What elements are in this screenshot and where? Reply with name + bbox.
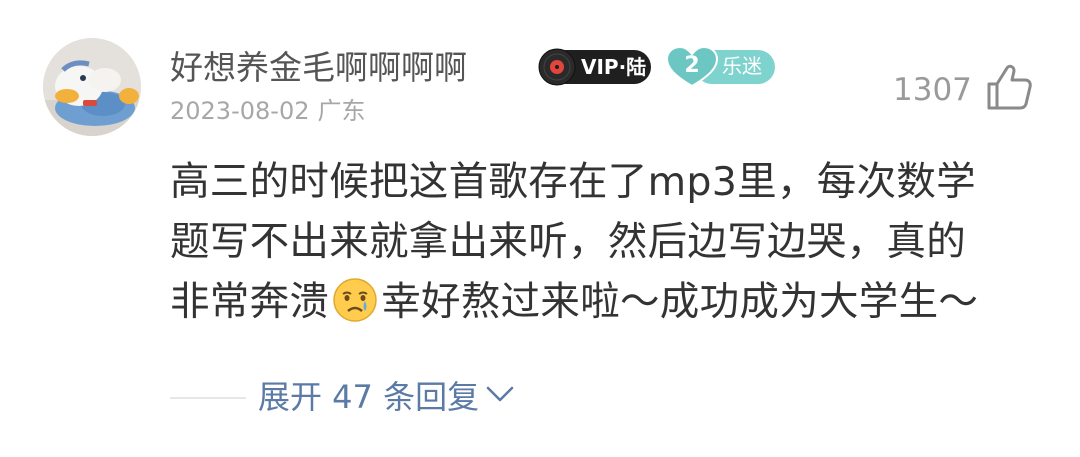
plush-toy-avatar-image [43,38,141,136]
level-label: 乐迷 [722,54,762,78]
comment-body-line-3: 非常奔溃 幸好熬过来啦～成功成为大学生～ [170,272,1050,332]
expand-replies-button[interactable]: 展开 47 条回复 [258,375,515,419]
comment-body-line-3-start: 非常奔溃 [170,279,330,325]
like-count: 1307 [893,72,972,108]
username[interactable]: 好想养金毛啊啊啊啊 [170,43,467,93]
comment-meta: 2023-08-02 广东 [170,93,365,129]
chevron-down-icon [486,386,514,402]
thumbs-up-icon[interactable] [985,62,1033,112]
comment-date: 2023-08-02 [170,97,310,125]
replies-divider [170,397,246,399]
comment-location: 广东 [317,97,366,125]
expand-replies-label: 展开 47 条回复 [258,378,480,416]
vip-badge[interactable]: VIP·陆 [537,48,653,86]
comment-body-line-2: 题写不出来就拿出来听，然后边写边哭，真的 [170,219,966,265]
comment-body: 高三的时候把这首歌存在了mp3里，每次数学 题写不出来就拿出来听，然后边写边哭，… [170,152,1050,332]
level-badge[interactable]: 2 乐迷 [665,45,777,88]
crying-face-emoji [333,278,377,322]
vip-badge-label: VIP·陆 [581,55,647,79]
comment-card: 好想养金毛啊啊啊啊 VIP·陆 2 乐迷 2023-08-02 广东 1307 高… [0,0,1080,457]
comment-body-line-3-end: 幸好熬过来啦～成功成为大学生～ [381,279,979,325]
comment-body-line-1: 高三的时候把这首歌存在了mp3里，每次数学 [170,159,976,205]
avatar[interactable] [43,38,141,136]
level-number: 2 [684,53,700,78]
